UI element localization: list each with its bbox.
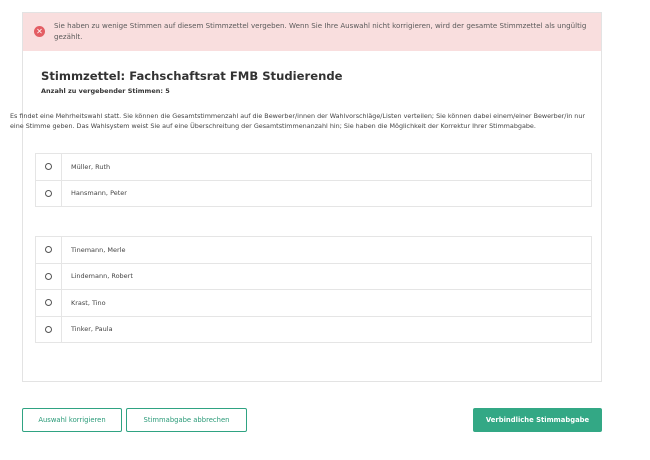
correct-selection-button[interactable]: Auswahl korrigieren — [22, 408, 122, 432]
candidate-list-2: Tinemann, Merle Lindemann, Robert Krast,… — [35, 236, 592, 343]
candidate-row[interactable]: Müller, Ruth — [35, 154, 592, 181]
radio-cell[interactable] — [36, 263, 62, 289]
candidate-row[interactable]: Tinker, Paula — [35, 316, 592, 343]
candidate-list-1: Müller, Ruth Hansmann, Peter — [35, 153, 592, 207]
candidate-row[interactable]: Tinemann, Merle — [35, 237, 592, 264]
radio-button[interactable] — [45, 299, 52, 307]
close-circle-icon: ✕ — [34, 26, 45, 37]
cancel-vote-button[interactable]: Stimmabgabe abbrechen — [126, 408, 247, 432]
votes-count-label: Anzahl zu vergebender Stimmen: 5 — [41, 87, 170, 95]
submit-vote-button[interactable]: Verbindliche Stimmabgabe — [473, 408, 602, 432]
radio-button[interactable] — [45, 325, 52, 333]
alert-message: Sie haben zu wenige Stimmen auf diesem S… — [54, 21, 587, 41]
candidate-name: Hansmann, Peter — [71, 189, 127, 198]
candidate-name: Tinemann, Merle — [71, 245, 126, 254]
candidate-row[interactable]: Hansmann, Peter — [35, 180, 592, 207]
radio-button[interactable] — [45, 246, 52, 254]
radio-cell[interactable] — [36, 290, 62, 316]
ballot-card: ✕ Sie haben zu wenige Stimmen auf diesem… — [10, 12, 602, 382]
candidate-name: Tinker, Paula — [71, 325, 113, 334]
radio-button[interactable] — [45, 272, 52, 280]
candidate-name: Müller, Ruth — [71, 162, 111, 171]
radio-cell[interactable] — [36, 180, 62, 206]
radio-cell[interactable] — [36, 154, 62, 180]
radio-cell[interactable] — [36, 237, 62, 263]
ballot-title: Stimmzettel: Fachschaftsrat FMB Studiere… — [41, 69, 343, 83]
candidate-name: Krast, Tino — [71, 298, 106, 307]
error-alert: ✕ Sie haben zu wenige Stimmen auf diesem… — [23, 13, 601, 51]
candidate-row[interactable]: Lindemann, Robert — [35, 263, 592, 290]
radio-button[interactable] — [45, 189, 52, 197]
ballot-description: Es findet eine Mehrheitswahl statt. Sie … — [10, 112, 586, 131]
radio-button[interactable] — [45, 163, 52, 171]
candidate-row[interactable]: Krast, Tino — [35, 290, 592, 317]
candidate-name: Lindemann, Robert — [71, 272, 133, 281]
radio-cell[interactable] — [36, 316, 62, 342]
